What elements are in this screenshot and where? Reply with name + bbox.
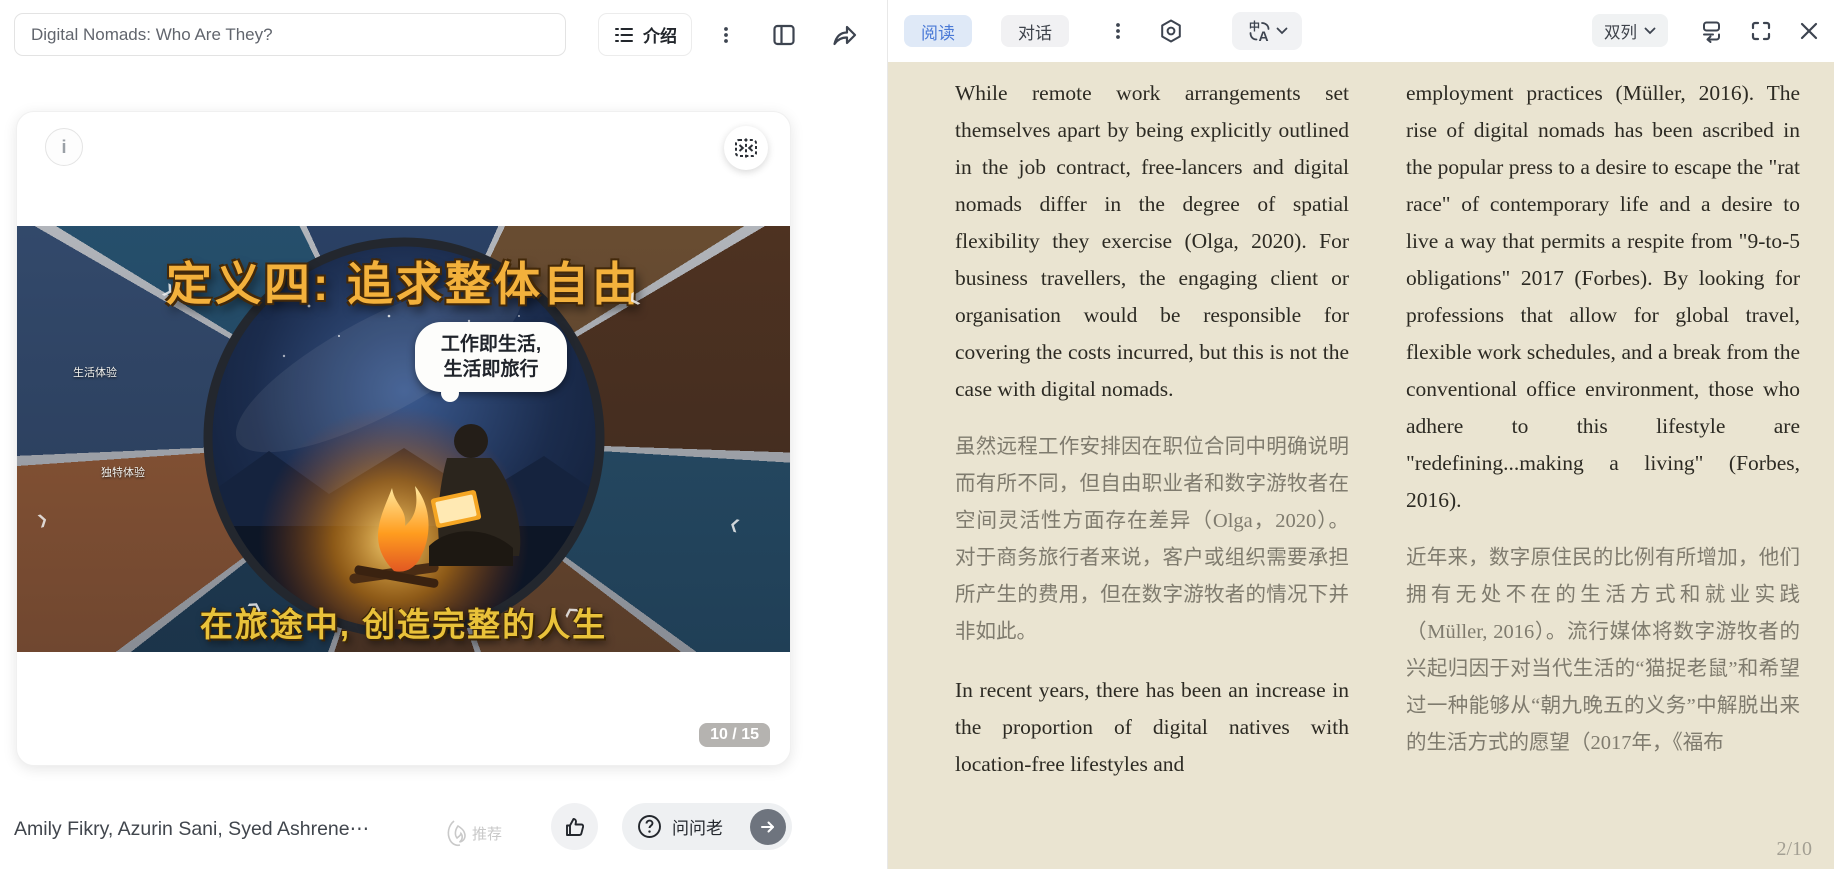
paragraph-translation: 虽然远程工作安排因在职位合同中明确说明而有所不同，但自由职业者和数字游牧者在空间… [955,436,1349,643]
page-mode-icon [1702,21,1720,43]
paragraph: In recent years, there has been an incre… [955,678,1349,776]
like-button[interactable] [551,803,598,850]
submit-arrow-icon[interactable] [750,808,786,845]
slide-tagline: 在旅途中, 创造完整的人生 [199,606,608,643]
translate-icon: 中 A [1249,19,1269,44]
tab-read[interactable]: 阅读 [904,15,972,47]
page-mode-button[interactable] [1696,16,1726,46]
ask-teacher-button[interactable]: 问问老 [622,803,792,850]
svg-text:A: A [1258,28,1268,44]
list-icon [615,27,633,42]
paragraph-translation: 近年来，数字原住民的比例有所增加，他们拥有无处不在的生活方式和就业实践（Müll… [1406,547,1800,754]
collapse-horizontal-icon [735,138,757,158]
speech-bubble-line: 生活即旅行 [443,359,539,380]
slide-card: i 定义四: 追求整体自由 工作即生活, 生活即旅行 在旅途中, 创造完整的人生… [16,111,791,766]
tab-chat[interactable]: 对话 [1001,15,1069,47]
collapse-card-button[interactable] [724,126,768,170]
slide-title: 定义四: 追求整体自由 [165,258,642,310]
paragraph: While remote work arrangements set thems… [955,81,1349,401]
hexagon-gear-icon [1161,19,1181,43]
share-button[interactable] [826,17,862,53]
speech-bubble: 工作即生活, 生活即旅行 [415,322,567,402]
reader-settings-button[interactable] [1156,16,1186,46]
speech-bubble-line: 工作即生活, [440,334,542,355]
chevron-down-icon [1644,27,1656,34]
outline-button-label: 介绍 [643,27,677,46]
layout-columns-icon [773,24,795,46]
segment-chevron-icon: ❯ [35,510,50,529]
translate-button[interactable]: 中 A [1232,12,1302,50]
paragraph: employment practices (Müller, 2016). The… [1406,81,1800,512]
ai-recommend-label: 推荐 [472,825,503,843]
question-circle-icon [638,815,661,838]
ai-recommend-badge: 推荐 [444,818,502,848]
more-menu-button[interactable] [708,17,744,53]
column-layout-value: 双列 [1604,23,1637,42]
segment-chevron-icon: ❯ [727,517,742,536]
page-indicator: 2/10 [1776,838,1812,860]
reader-page[interactable]: While remote work arrangements set thems… [888,62,1834,869]
reader-toolbar: 阅读 对话 中 A 双列 [888,0,1834,62]
reader-more-button[interactable] [1103,16,1133,46]
slide-mini-label: 独特体验 [101,467,145,479]
split-view-button[interactable] [766,17,802,53]
reader-panel: 阅读 对话 中 A 双列 While remote work arrangeme… [888,0,1834,869]
more-vertical-icon [724,27,728,43]
ai-flame-icon [447,820,466,847]
document-panel: 介绍 i [0,0,887,869]
outline-button[interactable]: 介绍 [598,13,692,56]
fullscreen-icon [1751,21,1771,41]
slide-page-badge: 10 / 15 [699,723,770,747]
slide-image[interactable]: 定义四: 追求整体自由 工作即生活, 生活即旅行 在旅途中, 创造完整的人生 生… [17,226,790,652]
authors-text: Amily Fikry, Azurin Sani, Syed Ashrene⋯ [14,818,370,840]
app-window: 介绍 i [0,0,1834,869]
slide-mini-label: 生活体验 [73,367,117,379]
close-button[interactable] [1794,16,1824,46]
column-layout-select[interactable]: 双列 [1592,14,1668,47]
ask-teacher-label: 问问老 [672,819,723,838]
fullscreen-button[interactable] [1746,16,1776,46]
chevron-down-icon [1276,27,1287,35]
more-vertical-icon [1116,23,1120,39]
text-column-left: While remote work arrangements set thems… [955,75,1349,804]
info-button[interactable]: i [45,128,83,166]
text-column-right: employment practices (Müller, 2016). The… [1406,75,1800,783]
thumbs-up-icon [565,817,584,836]
close-icon [1800,22,1818,40]
share-arrow-icon [832,25,856,45]
document-title-input[interactable] [14,13,566,56]
